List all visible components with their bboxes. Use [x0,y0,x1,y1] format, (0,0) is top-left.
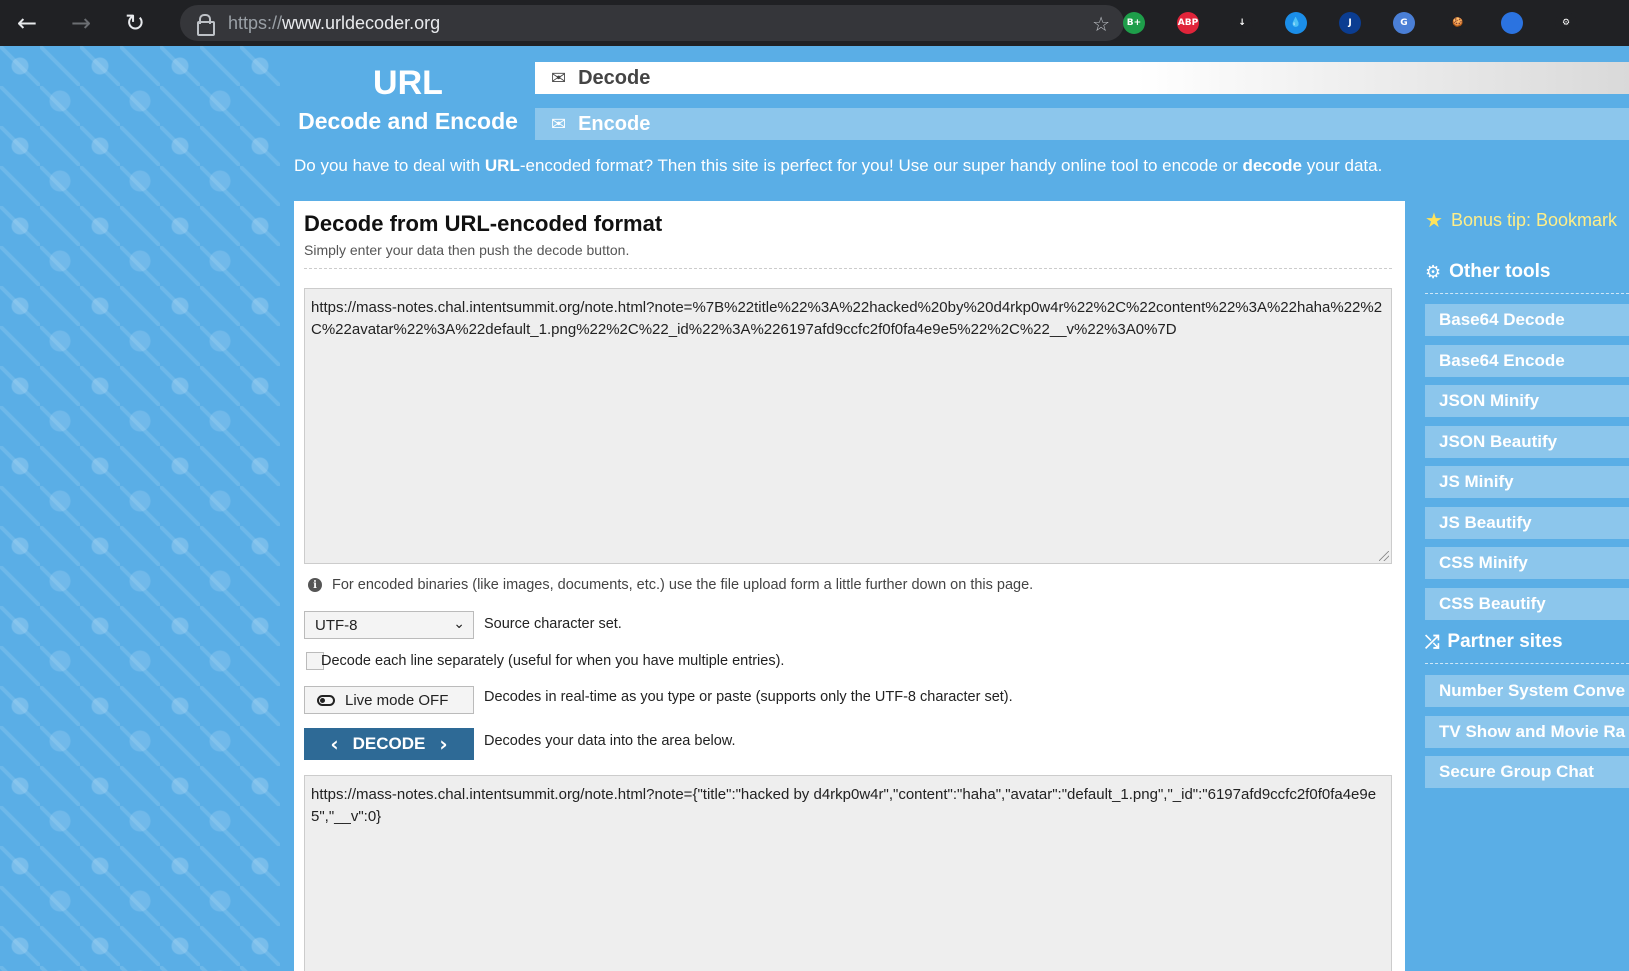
google-translate-icon[interactable]: G [1393,12,1415,34]
live-mode-toggle[interactable]: Live mode OFF [304,686,474,714]
reload-icon[interactable]: ↻ [108,0,162,46]
sidebar-tool-link[interactable]: JSON Minify [1425,385,1629,417]
sidebar-tool-link[interactable]: Base64 Decode [1425,304,1629,336]
divider [1425,293,1629,294]
back-arrow-icon[interactable]: ← [0,0,54,46]
chevron-right-icon: › [439,732,448,756]
line-by-line-label[interactable]: Decode each line separately (useful for … [321,653,784,669]
intro-text: Do you have to deal with URL-encoded for… [294,156,1383,175]
sidebar-tool-link[interactable]: JS Beautify [1425,506,1629,539]
url-text[interactable]: https://www.urldecoder.org [228,13,440,34]
chevron-down-icon: ⌄ [453,616,465,632]
cookie-icon[interactable]: 🍪 [1447,12,1469,34]
input-textarea[interactable]: https://mass-notes.chal.intentsummit.org… [304,288,1392,564]
panel-title: Decode from URL-encoded format [304,211,663,236]
resize-handle-icon[interactable] [1379,551,1389,561]
page: URL Decode and Encode ✉ Decode ✉ Encode … [0,46,1629,971]
charset-label: Source character set. [484,616,622,632]
gear-icon: ⚙ [1425,261,1442,283]
sidebar-partner-link[interactable]: Number System Conve [1425,675,1629,707]
globe-extension-icon[interactable] [1501,12,1523,34]
info-note: i For encoded binaries (like images, doc… [308,577,1033,593]
toggle-icon [317,694,335,706]
chevron-left-icon: ‹ [330,732,339,756]
sidebar-tool-link[interactable]: CSS Beautify [1425,587,1629,620]
logo-subtitle[interactable]: Decode and Encode [290,108,526,135]
tab-decode[interactable]: ✉ Decode [535,62,1629,94]
forward-arrow-icon[interactable]: → [54,0,108,46]
output-textarea[interactable]: https://mass-notes.chal.intentsummit.org… [304,775,1392,971]
decode-panel: Decode from URL-encoded format Simply en… [294,201,1405,971]
shuffle-icon: ⤮ [1425,631,1440,653]
sidebar-partner-link[interactable]: TV Show and Movie Ra [1425,715,1629,748]
tab-decode-label: Decode [578,66,651,89]
envelope-icon: ✉ [551,113,567,135]
puzzle-extensions-icon[interactable]: ⚙ [1555,12,1577,34]
bplus-extension-icon[interactable]: B+ [1123,12,1145,34]
logo-title[interactable]: URL [300,64,516,103]
download-arrow-icon[interactable]: ↓ [1231,12,1253,34]
bonus-tip: ★ Bonus tip: Bookmark [1425,208,1618,232]
sidebar-tool-link[interactable]: CSS Minify [1425,547,1629,579]
partner-sites-heading: ⤮ Partner sites [1425,631,1563,653]
divider [304,268,1392,269]
sidebar-partner-link[interactable]: Secure Group Chat [1425,756,1629,788]
decode-label: Decodes your data into the area below. [484,733,736,749]
decorative-pattern [0,46,280,971]
address-bar[interactable]: https://www.urldecoder.org ☆ [180,5,1124,41]
panel-subtitle: Simply enter your data then push the dec… [304,242,630,258]
j-extension-icon[interactable]: J [1339,12,1361,34]
star-icon: ★ [1425,208,1443,232]
divider [1425,663,1629,664]
charset-select[interactable]: UTF-8 ⌄ [304,611,474,639]
bookmark-star-icon[interactable]: ☆ [1092,12,1110,36]
browser-toolbar: ← → ↻ https://www.urldecoder.org ☆ B+ ABP… [0,0,1629,46]
live-mode-label: Decodes in real-time as you type or past… [484,689,1013,705]
sidebar-tool-link[interactable]: JSON Beautify [1425,425,1629,458]
raindrop-icon[interactable]: 💧 [1285,12,1307,34]
tab-encode-label: Encode [578,112,651,135]
envelope-open-icon: ✉ [551,67,567,89]
adblock-plus-icon[interactable]: ABP [1177,12,1199,34]
decode-button[interactable]: ‹ DECODE › [304,728,474,760]
lock-icon[interactable] [196,13,215,36]
other-tools-heading: ⚙ Other tools [1425,261,1551,283]
tab-encode[interactable]: ✉ Encode [535,108,1629,140]
sidebar-tool-link[interactable]: Base64 Encode [1425,344,1629,377]
info-icon: i [308,578,322,592]
sidebar-tool-link[interactable]: JS Minify [1425,466,1629,498]
